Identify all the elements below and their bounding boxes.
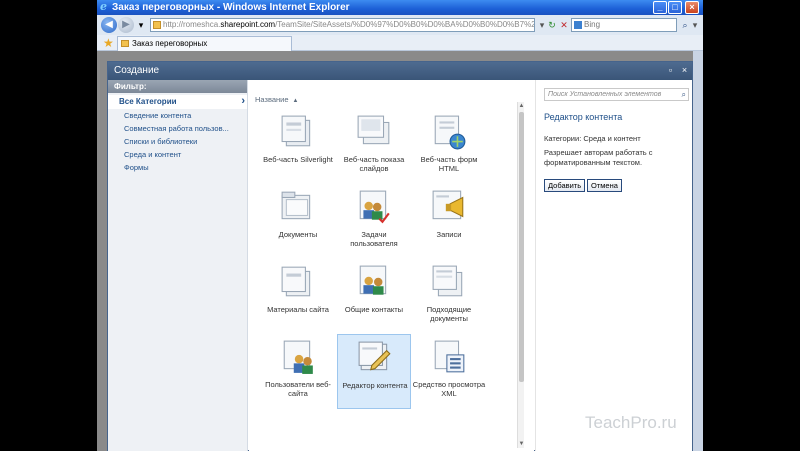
gallery-item[interactable]: Веб-часть Silverlight <box>261 109 335 184</box>
gallery-item[interactable]: Материалы сайта <box>261 259 335 334</box>
gallery-item[interactable]: Подходящие документы <box>412 259 486 334</box>
gallery-item-label: Пользователи веб-сайта <box>265 380 331 398</box>
watermark: TeachPro.ru <box>585 413 677 432</box>
gallery-item[interactable]: Общие контакты <box>337 259 411 334</box>
gallery-item-label: Редактор контента <box>342 381 408 390</box>
category-all-label: Все Категории <box>119 97 177 106</box>
category-all[interactable]: Все Категории › <box>108 95 247 109</box>
gallery-item[interactable]: Документы <box>261 184 335 259</box>
gallery-item[interactable]: Редактор контента <box>337 334 411 409</box>
scroll-down-icon[interactable]: ▼ <box>518 440 525 448</box>
filter-heading: Фильтр: <box>108 80 247 93</box>
url-prefix: http://romeshca. <box>163 20 221 29</box>
page-content: Создание ▫ × Фильтр: Все Категории › Све… <box>97 51 703 451</box>
dialog-close-icon[interactable]: × <box>679 65 690 76</box>
filter-pane: Фильтр: Все Категории › Сведение контент… <box>108 80 248 451</box>
address-bar: ◀ ▶ ▾ http://romeshca.sharepoint.com/Tea… <box>97 15 703 35</box>
gallery-item[interactable]: Средство просмотра XML <box>412 334 486 409</box>
relevant-documents-icon <box>432 265 463 297</box>
detail-category: Категории: Среда и контент <box>544 134 641 143</box>
gallery-item[interactable]: Веб-часть форм HTML <box>412 109 486 184</box>
history-dropdown-icon[interactable]: ▾ <box>135 19 147 31</box>
site-users-icon <box>283 340 313 374</box>
gallery-item-label: Документы <box>278 230 318 239</box>
maximize-icon[interactable]: □ <box>668 1 682 14</box>
search-icon[interactable]: ⌕ <box>682 89 686 100</box>
gallery-item[interactable]: Пользователи веб-сайта <box>261 334 335 409</box>
close-icon[interactable]: × <box>685 1 699 14</box>
gallery-item[interactable]: Веб-часть показа слайдов <box>337 109 411 184</box>
dialog-title: Создание <box>114 65 160 76</box>
details-pane: Поиск Установленных элементов ⌕ Редактор… <box>535 80 692 451</box>
gallery-item-label: Общие контакты <box>344 305 404 314</box>
sort-ascending-icon: ▲ <box>292 98 299 104</box>
installed-items-search[interactable]: Поиск Установленных элементов ⌕ <box>544 88 689 101</box>
cancel-button[interactable]: Отмена <box>587 179 622 192</box>
gallery-item-label: Веб-часть форм HTML <box>420 155 478 173</box>
gallery-item-label: Веб-часть Silverlight <box>263 155 333 164</box>
back-icon[interactable]: ◀ <box>101 17 117 33</box>
chevron-right-icon: › <box>241 95 245 107</box>
screen: e Заказ переговорных - Windows Internet … <box>0 0 800 451</box>
silverlight-webpart-icon <box>281 115 311 147</box>
browser-tab[interactable]: Заказ переговорных <box>117 36 292 51</box>
detail-description: Разрешает авторам работать с форматирова… <box>544 148 653 167</box>
bing-icon <box>574 21 582 29</box>
gallery-item-label: Материалы сайта <box>267 305 329 314</box>
site-content-icon <box>281 266 311 297</box>
category-item[interactable]: Списки и библиотеки <box>108 135 247 148</box>
documents-library-icon <box>281 191 311 220</box>
announcements-icon <box>432 190 464 220</box>
add-button[interactable]: Добавить <box>544 179 586 192</box>
gallery-item-label: Задачи пользователя <box>350 230 398 248</box>
favorites-star-icon[interactable]: ★ <box>103 36 114 50</box>
scroll-thumb[interactable] <box>519 112 524 382</box>
page-scrollbar[interactable] <box>693 51 703 451</box>
gallery-pane: Название ▲ Веб-часть Silverlight Веб-часть… <box>249 80 534 451</box>
content-editor-icon <box>358 341 391 371</box>
gallery-item[interactable]: Записи <box>412 184 486 259</box>
gallery-item-label: Веб-часть показа слайдов <box>343 155 405 173</box>
search-input[interactable]: Bing <box>571 18 677 32</box>
shared-contacts-icon <box>359 265 387 295</box>
category-item[interactable]: Сведение контента <box>108 109 247 122</box>
forward-icon[interactable]: ▶ <box>118 17 134 33</box>
scroll-up-icon[interactable]: ▲ <box>518 102 525 110</box>
xml-viewer-icon <box>434 340 465 373</box>
gallery-scrollbar[interactable]: ▲ ▼ <box>517 102 524 448</box>
installed-search-placeholder: Поиск Установленных элементов <box>548 91 662 98</box>
search-dropdown-icon[interactable]: ▾ <box>689 19 701 31</box>
dialog-header: Создание ▫ × <box>108 62 692 80</box>
category-item[interactable]: Совместная работа пользов... <box>108 122 247 135</box>
sort-by-name[interactable]: Название ▲ <box>255 95 298 104</box>
page-icon <box>153 21 161 29</box>
create-dialog: Создание ▫ × Фильтр: Все Категории › Све… <box>107 61 693 451</box>
refresh-icon[interactable]: ↻ <box>546 19 558 31</box>
detail-title: Редактор контента <box>544 112 623 122</box>
window-title: Заказ переговорных - Windows Internet Ex… <box>112 2 350 13</box>
tab-label: Заказ переговорных <box>132 39 208 48</box>
gallery-item-label: Подходящие документы <box>426 305 472 323</box>
gallery-item-label: Записи <box>436 230 462 239</box>
tab-page-icon <box>121 40 129 47</box>
slideshow-webpart-icon <box>357 115 390 145</box>
url-domain: sharepoint.com <box>220 20 276 29</box>
dialog-maximize-icon[interactable]: ▫ <box>665 65 676 76</box>
gallery-item-label: Средство просмотра XML <box>412 380 486 398</box>
category-item[interactable]: Среда и контент <box>108 148 247 161</box>
browser-window: e Заказ переговорных - Windows Internet … <box>97 0 703 451</box>
user-tasks-icon <box>359 190 390 224</box>
category-item[interactable]: Формы <box>108 161 247 174</box>
sort-label: Название <box>255 95 289 104</box>
window-titlebar[interactable]: e Заказ переговорных - Windows Internet … <box>97 0 703 15</box>
gallery-item[interactable]: Задачи пользователя <box>337 184 411 259</box>
url-suffix: /TeamSite/SiteAssets/%D0%97%D0%B0%D0%BA%… <box>275 20 534 29</box>
url-input[interactable]: http://romeshca.sharepoint.com/TeamSite/… <box>150 18 535 32</box>
stop-icon[interactable]: ✕ <box>558 19 570 31</box>
favorites-bar: ★ Заказ переговорных <box>97 35 703 51</box>
ie-logo-icon: e <box>100 0 107 13</box>
minimize-icon[interactable]: _ <box>653 1 667 14</box>
html-form-webpart-icon <box>434 115 466 150</box>
search-placeholder: Bing <box>584 20 601 29</box>
